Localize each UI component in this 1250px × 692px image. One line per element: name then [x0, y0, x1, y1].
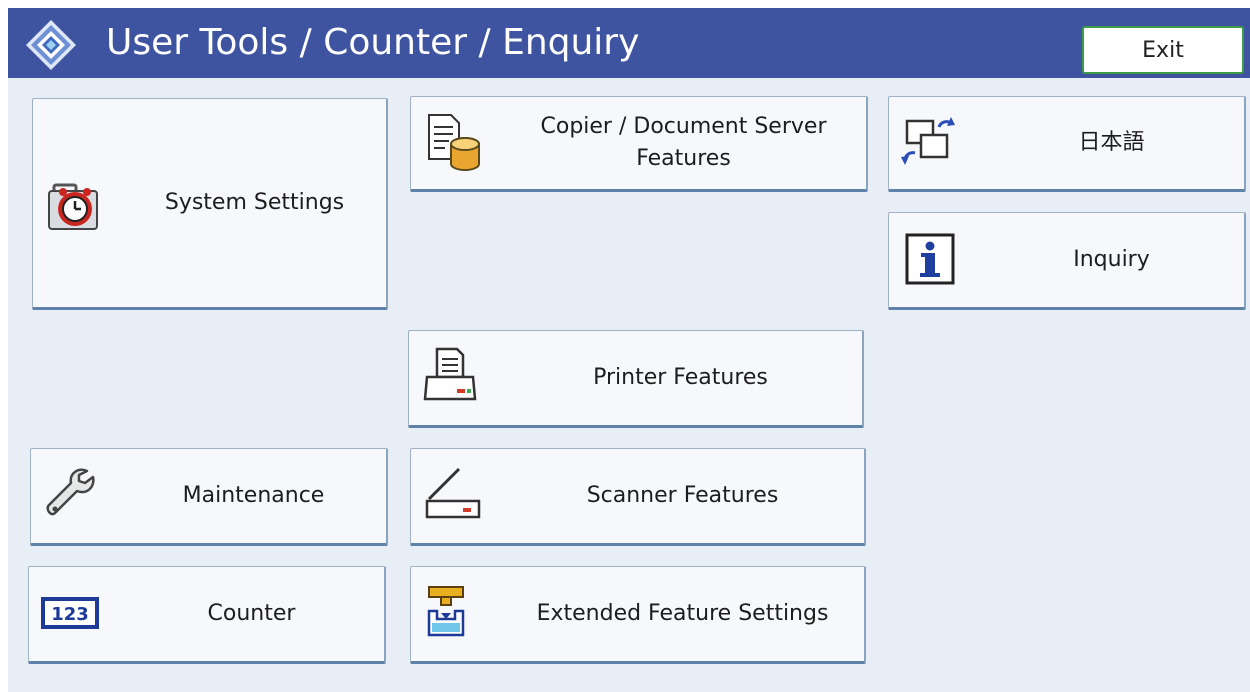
page-title: User Tools / Counter / Enquiry: [106, 22, 640, 63]
document-server-icon: [428, 114, 480, 171]
main-panel: System Settings Copier / Document Server…: [8, 78, 1250, 692]
counter-button[interactable]: 123 Counter: [28, 566, 386, 664]
copier-document-server-button[interactable]: Copier / Document Server Features: [410, 96, 868, 192]
info-icon: [905, 233, 955, 285]
header-bar: User Tools / Counter / Enquiry Exit: [8, 8, 1250, 78]
counter-label: Counter: [207, 601, 296, 626]
maintenance-label: Maintenance: [182, 483, 325, 508]
scanner-features-label: Scanner Features: [586, 483, 779, 508]
extended-feature-icon: [427, 586, 465, 637]
diamond-logo-icon: [26, 20, 76, 70]
counter-icon-text: 123: [51, 604, 89, 625]
printer-features-label: Printer Features: [593, 365, 768, 390]
language-button[interactable]: 日本語: [888, 96, 1246, 192]
printer-icon: [423, 347, 477, 401]
extended-feature-settings-button[interactable]: Extended Feature Settings: [410, 566, 866, 664]
screen: User Tools / Counter / Enquiry Exit Syst…: [0, 0, 1250, 692]
counter-123-icon: 123: [41, 597, 99, 629]
language-switch-icon: [901, 117, 955, 165]
scanner-icon: [425, 467, 481, 519]
copier-document-server-label: Copier / Document Server Features: [540, 114, 827, 171]
printer-features-button[interactable]: Printer Features: [408, 330, 864, 428]
language-label: 日本語: [1078, 130, 1145, 155]
extended-feature-settings-label: Extended Feature Settings: [536, 601, 829, 626]
system-settings-button[interactable]: System Settings: [32, 98, 388, 310]
system-settings-label: System Settings: [164, 190, 345, 215]
toolbox-clock-icon: [48, 183, 98, 230]
inquiry-label: Inquiry: [1073, 247, 1150, 272]
maintenance-button[interactable]: Maintenance: [30, 448, 388, 546]
exit-button[interactable]: Exit: [1082, 26, 1244, 74]
wrench-icon: [46, 468, 95, 516]
scanner-features-button[interactable]: Scanner Features: [410, 448, 866, 546]
inquiry-button[interactable]: Inquiry: [888, 212, 1246, 310]
